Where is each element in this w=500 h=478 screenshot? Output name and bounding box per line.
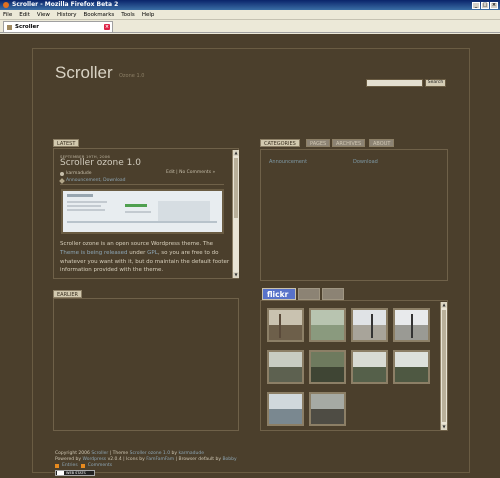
- flickr-panel: flickr ▲ ▼: [260, 288, 448, 431]
- menu-help[interactable]: Help: [142, 12, 155, 18]
- menu-tools[interactable]: Tools: [121, 12, 135, 18]
- flickr-scrollbar[interactable]: ▲ ▼: [440, 302, 447, 430]
- menu-history[interactable]: History: [57, 12, 77, 18]
- close-tab-icon[interactable]: ×: [104, 24, 110, 30]
- rss-icon: [80, 464, 85, 468]
- footer-link-wordpress[interactable]: Wordpress: [83, 457, 107, 462]
- search-input[interactable]: [366, 79, 423, 87]
- footer-link-scroller[interactable]: Scroller: [91, 451, 108, 456]
- category-announcement[interactable]: Announcement: [269, 159, 307, 165]
- site-footer: Copyright 2006 Scroller | Theme Scroller…: [55, 451, 455, 476]
- title-bar: Scroller - Mozilla Firefox Beta 2 _ □ ×: [0, 0, 500, 10]
- flickr-photo[interactable]: [351, 350, 388, 384]
- minimize-button[interactable]: _: [472, 1, 480, 9]
- footer-link-bobby[interactable]: Bobby: [222, 457, 236, 462]
- earlier-label: EARLIER: [53, 290, 82, 298]
- latest-scrollbar[interactable]: ▲ ▼: [232, 150, 239, 278]
- scroll-up-icon[interactable]: ▲: [441, 302, 447, 308]
- flickr-photo[interactable]: [267, 308, 304, 342]
- menu-file[interactable]: File: [3, 12, 12, 18]
- menu-bookmarks[interactable]: Bookmarks: [84, 12, 115, 18]
- flickr-logo[interactable]: flickr: [262, 288, 296, 300]
- flickr-photo[interactable]: [267, 350, 304, 384]
- flickr-tab-2[interactable]: [298, 288, 320, 300]
- web-stats-badge[interactable]: WEB STATS: [55, 470, 95, 476]
- tag-icon: [59, 177, 65, 184]
- tab-bar: Scroller ×: [0, 20, 500, 33]
- footer-link-famfamfam[interactable]: FamFamFam: [146, 457, 174, 462]
- browser-window: Scroller - Mozilla Firefox Beta 2 _ □ × …: [0, 0, 500, 478]
- latest-label: LATEST: [53, 139, 80, 147]
- tab-categories[interactable]: CATEGORIES: [260, 139, 300, 147]
- browser-tab[interactable]: Scroller ×: [3, 21, 113, 32]
- post-categories: Announcement, Download: [59, 177, 125, 184]
- flickr-tab-3[interactable]: [322, 288, 344, 300]
- maximize-button[interactable]: □: [481, 1, 489, 9]
- flickr-photo[interactable]: [393, 350, 430, 384]
- rss-links: Entries Comments: [55, 463, 455, 469]
- released-link[interactable]: Theme is being released: [60, 250, 128, 256]
- rss-icon: [55, 464, 59, 468]
- author-name: karmadude: [66, 171, 92, 176]
- page-favicon-icon: [7, 24, 12, 30]
- close-window-button[interactable]: ×: [490, 1, 498, 9]
- scroll-down-icon[interactable]: ▼: [233, 272, 239, 278]
- scroll-up-icon[interactable]: ▲: [233, 150, 239, 156]
- menu-view[interactable]: View: [37, 12, 50, 18]
- rss-comments-link[interactable]: Comments: [88, 463, 112, 469]
- rss-entries-link[interactable]: Entries: [62, 463, 78, 469]
- flickr-photo[interactable]: [309, 350, 346, 384]
- scroll-down-icon[interactable]: ▼: [441, 424, 447, 430]
- scroll-thumb[interactable]: [442, 310, 446, 422]
- window-title: Scroller - Mozilla Firefox Beta 2: [12, 1, 119, 8]
- tab-label: Scroller: [15, 24, 39, 30]
- page-viewport: Scroller Ozone 1.0 Search LATEST SEPTEMB…: [0, 34, 500, 478]
- post-category-links[interactable]: Announcement, Download: [66, 178, 125, 183]
- scroll-thumb[interactable]: [234, 158, 238, 218]
- flickr-photo[interactable]: [393, 308, 430, 342]
- flickr-photo[interactable]: [309, 392, 346, 426]
- gpl-link[interactable]: GPL: [147, 250, 158, 256]
- footer-link-author[interactable]: karmadude: [178, 451, 204, 456]
- search-button[interactable]: Search: [425, 79, 446, 87]
- post-screenshot-image: [61, 189, 224, 234]
- latest-panel: LATEST SEPTEMBER 19TH, 2006 Scroller ozo…: [53, 139, 239, 279]
- footer-link-theme[interactable]: Scroller ozone 1.0: [130, 451, 170, 456]
- post-edit-comments-links[interactable]: Edit | No Comments »: [166, 170, 215, 175]
- flickr-photo[interactable]: [267, 392, 304, 426]
- flickr-photo[interactable]: [309, 308, 346, 342]
- site-tagline: Ozone 1.0: [119, 73, 145, 79]
- post-title[interactable]: Scroller ozone 1.0: [60, 158, 141, 168]
- divider: [60, 184, 224, 185]
- firefox-icon: [3, 2, 9, 8]
- menu-bar: File Edit View History Bookmarks Tools H…: [0, 10, 500, 20]
- menu-edit[interactable]: Edit: [19, 12, 30, 18]
- tab-archives[interactable]: ARCHIVES: [332, 139, 366, 147]
- post-body: Scroller ozone is an open source Wordpre…: [60, 241, 230, 274]
- flickr-photo[interactable]: [351, 308, 388, 342]
- tab-pages[interactable]: PAGES: [306, 139, 331, 147]
- user-icon: [60, 171, 64, 176]
- categories-panel: CATEGORIES PAGES ARCHIVES ABOUT Announce…: [260, 139, 448, 281]
- site-title[interactable]: Scroller: [55, 63, 113, 83]
- earlier-panel: EARLIER: [53, 290, 239, 431]
- category-download[interactable]: Download: [353, 159, 378, 165]
- site-container: Scroller Ozone 1.0 Search LATEST SEPTEMB…: [32, 48, 470, 476]
- post-author: karmadude: [60, 171, 92, 176]
- tab-about[interactable]: ABOUT: [369, 139, 395, 147]
